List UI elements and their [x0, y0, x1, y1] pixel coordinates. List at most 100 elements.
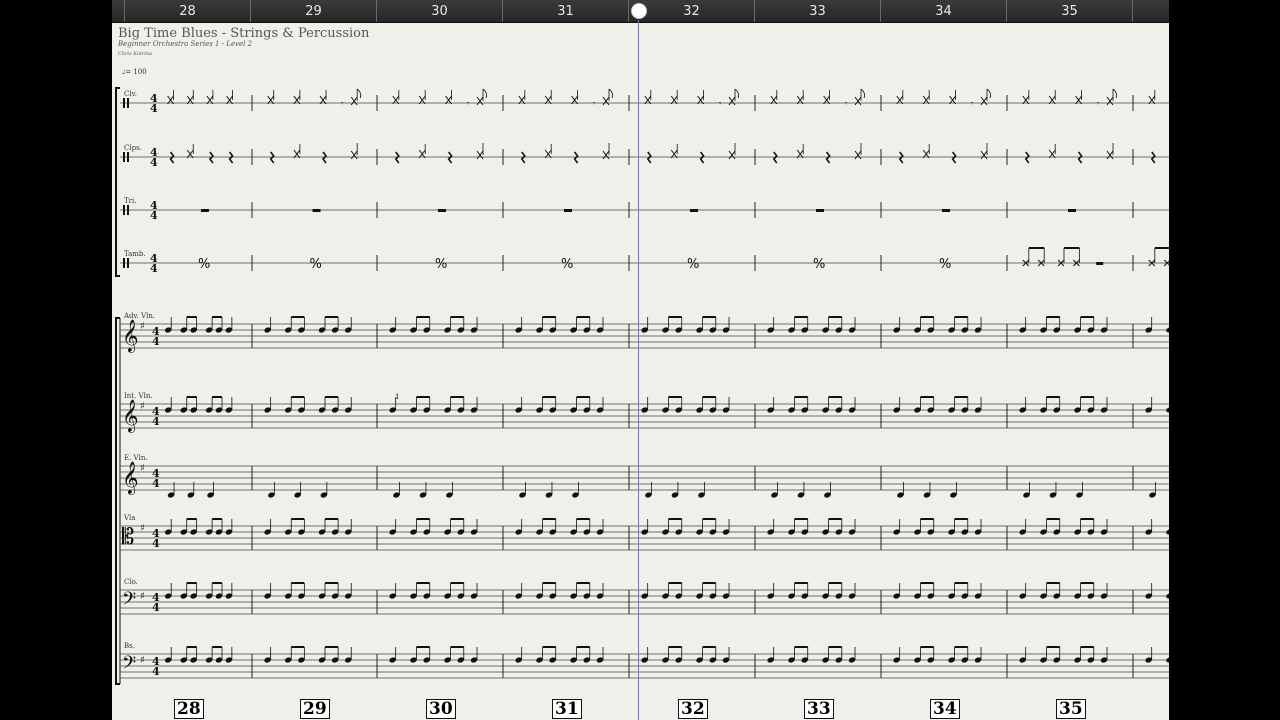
- beam: [1154, 247, 1169, 249]
- beam: [186, 316, 197, 318]
- quarter-rest-icon: [321, 151, 328, 164]
- whole-rest-icon: [690, 209, 698, 212]
- beam: [450, 396, 464, 398]
- percussion-clef: [127, 98, 129, 108]
- beam: [794, 518, 808, 520]
- beam: [212, 582, 223, 584]
- beam: [668, 518, 682, 520]
- key-signature-sharp-icon: ♯: [140, 591, 145, 602]
- beam: [542, 582, 556, 584]
- treble-clef-icon: 𝄞: [122, 399, 139, 433]
- measure-number-29: 29: [300, 699, 330, 719]
- time-signature-bottom: 4: [150, 209, 158, 222]
- beam: [291, 582, 305, 584]
- beam: [450, 646, 464, 648]
- time-signature-bottom: 4: [152, 415, 160, 428]
- beam: [1046, 518, 1060, 520]
- beam: [702, 316, 716, 318]
- alto-clef-icon: 𝄡: [122, 525, 134, 550]
- beam: [1046, 582, 1060, 584]
- beam: [920, 316, 934, 318]
- quarter-rest-icon: [1077, 151, 1083, 164]
- quarter-rest-icon: [520, 151, 526, 164]
- time-signature-bottom: 4: [152, 665, 160, 678]
- beam: [954, 582, 968, 584]
- measure-repeat-icon: %: [561, 257, 573, 272]
- key-signature-sharp-icon: ♯: [140, 655, 145, 666]
- whole-rest-icon: [564, 209, 572, 212]
- beam: [668, 316, 682, 318]
- beam: [794, 582, 808, 584]
- beam: [212, 316, 223, 318]
- instrument-label: Clv.: [124, 90, 137, 98]
- beam: [954, 646, 968, 648]
- beam: [920, 396, 934, 398]
- beam: [702, 582, 716, 584]
- beam: [1080, 316, 1094, 318]
- measure-number-28: 28: [174, 699, 204, 719]
- beam: [668, 396, 682, 398]
- beam: [794, 316, 808, 318]
- staff-intvln: Int. Vln.𝄞 ♯ 44: [120, 392, 1169, 433]
- beam: [920, 582, 934, 584]
- quarter-rest-icon: [447, 151, 453, 164]
- rest-icon: 𝄾: [1097, 99, 1099, 108]
- staff-evln: E. Vln.𝄞 ♯ 44: [120, 454, 1169, 498]
- time-signature-bottom: 4: [152, 601, 160, 614]
- instrument-label: Bs.: [124, 642, 135, 650]
- playhead-handle[interactable]: [631, 3, 647, 19]
- score-viewport[interactable]: 28 29 30 31 32 33 34 35 Big Time Blues - String…: [112, 0, 1169, 720]
- beam: [324, 316, 339, 318]
- quarter-rest-icon: [269, 151, 275, 164]
- beam: [212, 518, 223, 520]
- time-signature-bottom: 4: [150, 102, 158, 115]
- instrument-label: Tri.: [124, 197, 136, 205]
- quarter-rest-icon: [699, 151, 705, 164]
- beam: [576, 396, 590, 398]
- measure-repeat-icon: %: [435, 257, 447, 272]
- time-signature-bottom: 4: [150, 262, 158, 275]
- beam: [576, 316, 590, 318]
- bass-clef-icon: 𝄢: [122, 589, 136, 614]
- beam: [1028, 247, 1045, 249]
- treble-clef-icon: 𝄞: [122, 461, 139, 495]
- beam: [954, 518, 968, 520]
- beam: [576, 518, 590, 520]
- rest-icon: 𝄾: [719, 99, 721, 108]
- measure-repeat-icon: %: [310, 257, 322, 272]
- beam: [828, 518, 842, 520]
- beam: [186, 396, 197, 398]
- half-rest-icon: [1096, 262, 1104, 265]
- flag: [860, 88, 865, 99]
- measure-repeat-icon: %: [813, 257, 825, 272]
- staff-tamb: Tamb. 44%%%%%%%: [120, 247, 1169, 275]
- beam: [1080, 396, 1094, 398]
- beam: [542, 518, 556, 520]
- quarter-rest-icon: [772, 151, 778, 164]
- beam: [794, 396, 808, 398]
- measure-number-31: 31: [552, 699, 582, 719]
- beam: [186, 518, 197, 520]
- beam: [954, 396, 968, 398]
- quarter-rest-icon: [1024, 151, 1030, 164]
- playhead-line: [638, 20, 639, 720]
- beam: [828, 316, 842, 318]
- beam: [324, 518, 339, 520]
- percussion-clef: [123, 152, 125, 162]
- staff-vla: Vla𝄡 ♯ 44: [120, 514, 1169, 551]
- time-signature-bottom: 4: [152, 537, 160, 550]
- rest-icon: 𝄾: [341, 99, 343, 108]
- time-signature-bottom: 4: [150, 156, 158, 169]
- beam: [212, 396, 223, 398]
- whole-rest-icon: [816, 209, 824, 212]
- rest-icon: 𝄾: [593, 99, 595, 108]
- beam: [794, 646, 808, 648]
- beam: [828, 396, 842, 398]
- fingering-marking: 1: [395, 393, 399, 401]
- beam: [212, 646, 223, 648]
- beam: [1080, 518, 1094, 520]
- flag: [1112, 88, 1117, 99]
- time-signature-bottom: 4: [152, 335, 160, 348]
- whole-rest-icon: [312, 209, 321, 212]
- beam: [702, 518, 716, 520]
